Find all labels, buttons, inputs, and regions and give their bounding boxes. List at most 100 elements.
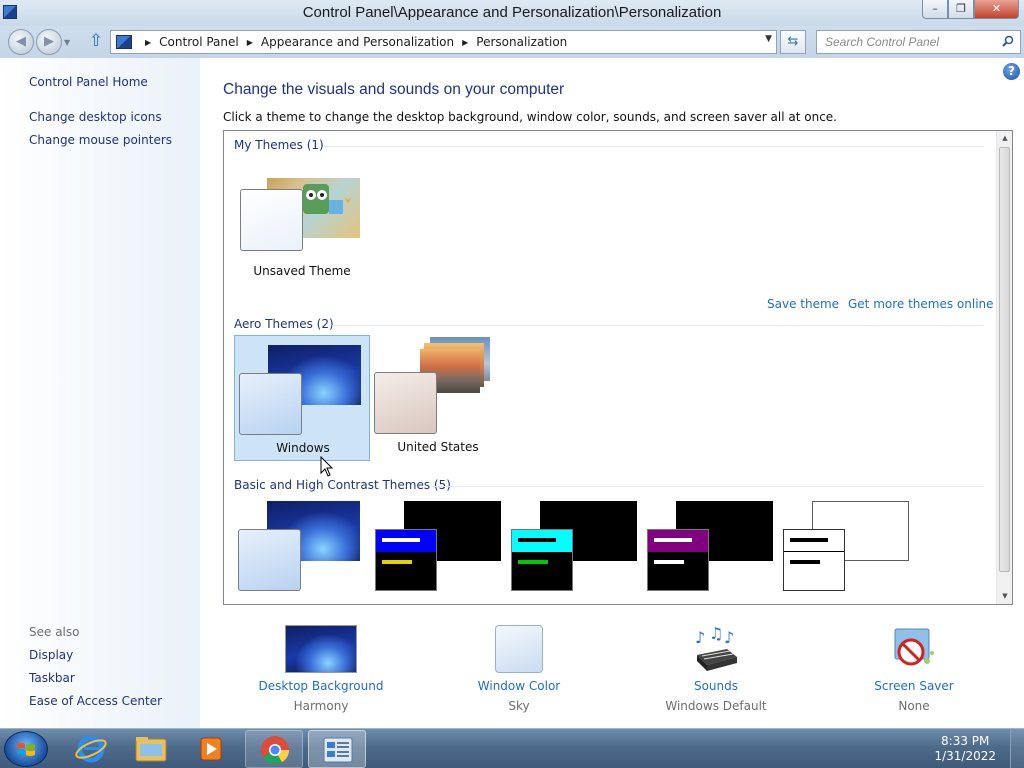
search-box[interactable] [816, 30, 1021, 54]
theme-name: Windows [276, 441, 330, 455]
theme-high-contrast-2[interactable] [506, 499, 642, 604]
sounds-setting[interactable]: ♪ ♫ ♪ Sounds Windows Default [631, 624, 801, 715]
svg-text:♪: ♪ [695, 628, 705, 647]
title-bar: Control Panel\Appearance and Personaliza… [0, 0, 1024, 26]
taskbar-internet-explorer[interactable] [62, 730, 120, 768]
display-link[interactable]: Display [29, 648, 73, 662]
restore-button[interactable]: ❐ [948, 0, 974, 19]
scroll-thumb[interactable] [999, 147, 1010, 572]
page-description: Click a theme to change the desktop back… [223, 110, 837, 124]
address-dropdown-icon[interactable]: ▼ [765, 34, 772, 44]
breadcrumb-separator-icon[interactable]: ▶ [247, 38, 253, 47]
theme-windows[interactable]: Windows [234, 335, 370, 461]
breadcrumb-control-panel[interactable]: Control Panel [159, 35, 239, 49]
sounds-icon: ♪ ♫ ♪ [691, 624, 741, 675]
breadcrumb-separator-icon[interactable]: ▶ [462, 38, 468, 47]
page-title: Change the visuals and sounds on your co… [223, 81, 565, 98]
screen-saver-label[interactable]: Screen Saver [829, 679, 999, 693]
screen-saver-icon [889, 625, 939, 675]
window-title: Control Panel\Appearance and Personaliza… [302, 4, 722, 21]
recent-pages-dropdown[interactable]: ▼ [64, 38, 70, 47]
save-theme-link[interactable]: Save theme [767, 297, 839, 311]
main-content: ? Change the visuals and sounds on your … [200, 58, 1024, 728]
breadcrumb-personalization[interactable]: Personalization [476, 35, 567, 49]
theme-gallery-scrollbar[interactable]: ▲ ▼ [996, 131, 1012, 604]
windows-explorer-icon [135, 737, 167, 762]
theme-window-preview [374, 372, 437, 434]
theme-window-preview [240, 189, 303, 251]
taskbar-chrome[interactable] [245, 730, 303, 768]
sounds-label[interactable]: Sounds [631, 679, 801, 693]
refresh-button[interactable]: ⇆ [780, 30, 806, 54]
forward-button[interactable]: ▶ [36, 29, 62, 55]
internet-explorer-icon [75, 735, 107, 763]
window-color-setting[interactable]: Window Color Sky [434, 625, 604, 715]
taskbar-control-panel[interactable] [308, 730, 366, 768]
window-color-icon [495, 625, 543, 673]
theme-high-contrast-white[interactable] [778, 499, 914, 604]
control-panel-home-link[interactable]: Control Panel Home [29, 75, 148, 89]
system-clock[interactable]: 8:33 PM 1/31/2022 [934, 734, 996, 764]
change-desktop-icons-link[interactable]: Change desktop icons [29, 110, 162, 124]
theme-windows-basic[interactable] [234, 499, 370, 604]
theme-window-preview [783, 529, 845, 591]
navigation-bar: ◀ ▶ ▼ ⇧ ▶ Control Panel ▶ Appearance and… [0, 26, 1024, 58]
window-color-label[interactable]: Window Color [434, 679, 604, 693]
control-panel-icon [116, 35, 132, 49]
search-input[interactable] [817, 31, 992, 53]
theme-gallery: My Themes (1) Unsaved Theme Save theme G… [223, 130, 1013, 605]
screen-saver-setting[interactable]: Screen Saver None [829, 625, 999, 715]
get-more-themes-link[interactable]: Get more themes online [848, 297, 994, 311]
hc-text-line [518, 538, 556, 542]
screen-saver-value: None [898, 699, 930, 713]
section-divider [432, 486, 984, 487]
svg-text:♪: ♪ [724, 628, 734, 647]
left-nav-pane: Control Panel Home Change desktop icons … [0, 58, 200, 728]
desktop-background-label[interactable]: Desktop Background [236, 679, 406, 693]
ease-of-access-link[interactable]: Ease of Access Center [29, 694, 162, 708]
scroll-down-icon[interactable]: ▼ [997, 589, 1012, 604]
see-also-label: See also [29, 625, 80, 639]
section-basic-themes: Basic and High Contrast Themes (5) [234, 478, 451, 492]
minimize-button[interactable]: – [922, 0, 948, 19]
breadcrumb-appearance[interactable]: Appearance and Personalization [261, 35, 454, 49]
sounds-graphic: ♪ ♫ ♪ [695, 624, 737, 671]
breadcrumb-separator-icon[interactable]: ▶ [145, 38, 151, 47]
back-button[interactable]: ◀ [8, 29, 34, 55]
taskbar-media-player[interactable] [182, 730, 240, 768]
start-button[interactable] [4, 731, 48, 767]
clock-time: 8:33 PM [941, 734, 990, 748]
hc-text-line [790, 560, 820, 564]
taskbar-windows-explorer[interactable] [122, 730, 180, 768]
harmony-preview [285, 625, 357, 673]
address-bar[interactable]: ▶ Control Panel ▶ Appearance and Persona… [110, 30, 777, 54]
theme-window-preview [239, 373, 302, 435]
theme-window-preview [511, 529, 573, 591]
hc-text-line [654, 538, 692, 542]
desktop-background-setting[interactable]: Desktop Background Harmony [236, 625, 406, 715]
taskbar-link[interactable]: Taskbar [29, 671, 75, 685]
theme-name: Unsaved Theme [253, 264, 351, 278]
windows-logo-icon [17, 743, 35, 756]
clock-date: 1/31/2022 [934, 749, 996, 763]
hc-text-line [518, 560, 548, 564]
theme-window-preview [647, 529, 709, 591]
desktop-background-icon [285, 625, 357, 673]
hc-text-line [382, 560, 412, 564]
theme-unsaved[interactable]: Unsaved Theme [234, 169, 370, 295]
close-button[interactable]: ✕ [974, 0, 1019, 19]
scroll-up-icon[interactable]: ▲ [997, 131, 1012, 146]
media-player-icon [200, 737, 222, 761]
change-mouse-pointers-link[interactable]: Change mouse pointers [29, 133, 172, 147]
help-icon[interactable]: ? [1003, 63, 1020, 80]
search-icon[interactable] [1002, 35, 1014, 47]
section-my-themes: My Themes (1) [234, 138, 324, 152]
theme-high-contrast-1[interactable] [370, 499, 506, 604]
show-desktop-button[interactable] [1010, 729, 1024, 768]
screen-saver-graphic [894, 628, 934, 666]
up-arrow-icon[interactable]: ⇧ [86, 31, 106, 51]
theme-high-contrast-black[interactable] [642, 499, 778, 604]
window-color-value: Sky [508, 699, 530, 713]
back-arrow-icon: ◀ [16, 34, 26, 49]
theme-united-states[interactable]: United States [370, 335, 506, 461]
